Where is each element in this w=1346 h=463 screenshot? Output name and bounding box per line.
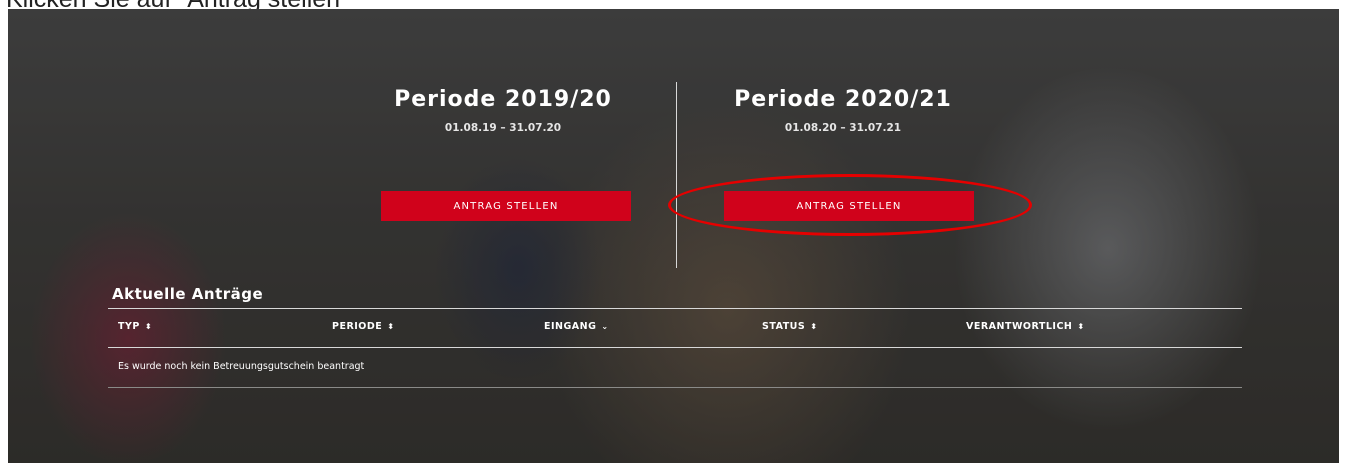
column-header-verantwortlich[interactable]: VERANTWORTLICH ⬍	[966, 321, 1085, 332]
hero-background: Periode 2019/20 01.08.19 – 31.07.20 ANTR…	[8, 9, 1339, 463]
column-label: TYP	[118, 321, 140, 332]
period-2019-20: Periode 2019/20 01.08.19 – 31.07.20	[353, 87, 653, 134]
period-divider	[676, 82, 677, 268]
sort-icon: ⬍	[144, 322, 153, 331]
column-label: PERIODE	[332, 321, 383, 332]
table-row: Es wurde noch kein Betreuungsgutschein b…	[108, 348, 1242, 388]
column-header-status[interactable]: STATUS ⬍	[762, 321, 817, 332]
period-dates: 01.08.19 – 31.07.20	[444, 122, 562, 134]
applications-table: TYP ⬍ PERIODE ⬍ EINGANG ⌄ STATUS ⬍ VERANTWOR…	[108, 308, 1242, 388]
column-header-eingang[interactable]: EINGANG ⌄	[544, 321, 609, 332]
period-2020-21: Periode 2020/21 01.08.20 – 31.07.21	[693, 87, 993, 134]
hero-overlay	[8, 9, 1339, 463]
period-title: Periode 2020/21	[734, 87, 952, 112]
empty-message: Es wurde noch kein Betreuungsgutschein b…	[118, 361, 365, 372]
column-label: EINGANG	[544, 321, 597, 332]
antrag-stellen-button-2019-20[interactable]: ANTRAG STELLEN	[381, 191, 631, 221]
sort-icon: ⬍	[387, 322, 395, 331]
period-dates: 01.08.20 – 31.07.21	[784, 122, 902, 134]
antrag-stellen-button-2020-21[interactable]: ANTRAG STELLEN	[724, 191, 974, 221]
column-label: VERANTWORTLICH	[966, 321, 1073, 332]
sort-icon: ⬍	[1077, 322, 1085, 331]
table-header: TYP ⬍ PERIODE ⬍ EINGANG ⌄ STATUS ⬍ VERANTWOR…	[108, 309, 1242, 348]
period-title: Periode 2019/20	[394, 87, 612, 112]
column-header-typ[interactable]: TYP ⬍	[118, 321, 152, 332]
column-header-periode[interactable]: PERIODE ⬍	[332, 321, 394, 332]
column-label: STATUS	[762, 321, 806, 332]
applications-title: Aktuelle Anträge	[112, 285, 264, 303]
sort-icon: ⬍	[810, 322, 818, 331]
sort-down-icon: ⌄	[601, 322, 609, 331]
